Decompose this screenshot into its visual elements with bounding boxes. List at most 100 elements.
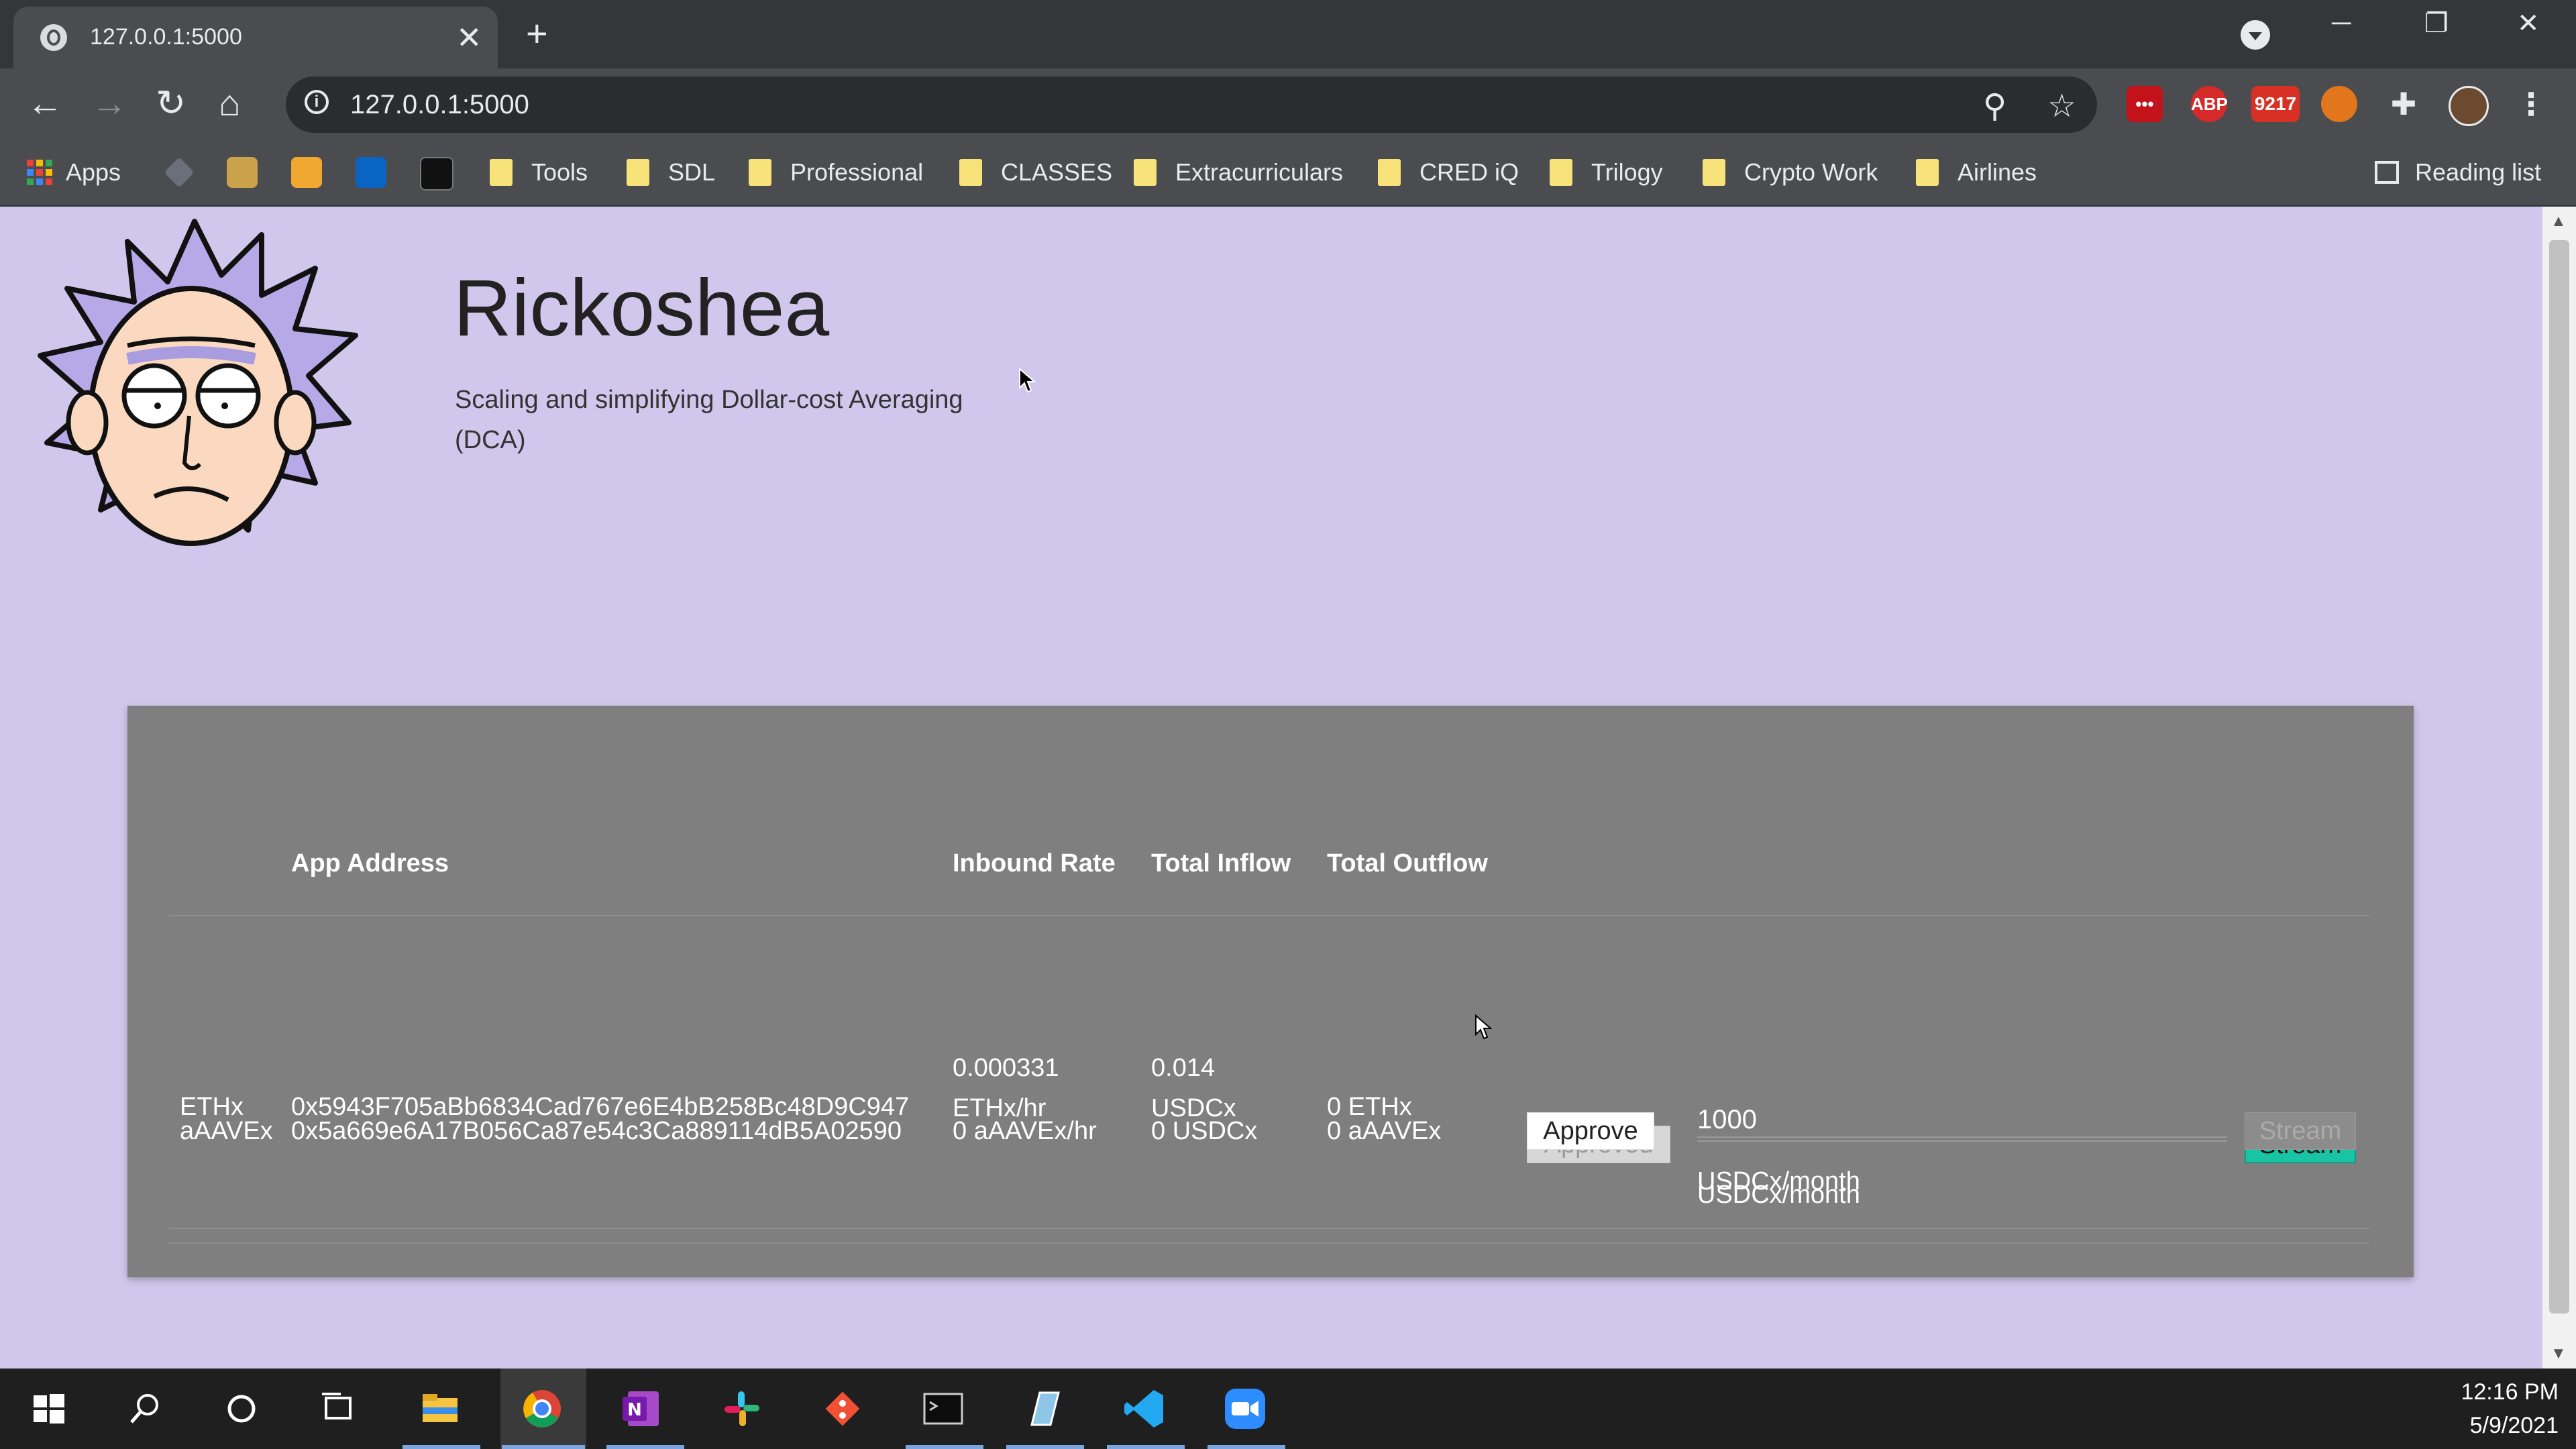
reading-list-icon (2375, 161, 2399, 184)
stream-button-disabled[interactable]: Stream (2245, 1112, 2356, 1150)
slack-icon[interactable] (718, 1385, 766, 1433)
password-extension-icon[interactable]: ••• (2127, 86, 2163, 122)
bookmark-label: Trilogy (1591, 158, 1663, 186)
apps-grid-icon (27, 160, 52, 185)
windows-taskbar: N 12:16 PM 5/9/2021 (0, 1368, 2576, 1449)
header-total-inflow: Total Inflow (1151, 849, 1291, 877)
total-inflow: 0.014 USDCx (1151, 1054, 1236, 1122)
zoom-icon[interactable]: ⚲ (1983, 87, 2006, 125)
system-clock[interactable]: 12:16 PM 5/9/2021 (2415, 1375, 2559, 1442)
page-subtitle: Scaling and simplifying Dollar-cost Aver… (455, 386, 963, 454)
git-tool-icon[interactable] (818, 1385, 867, 1433)
folder-icon (1378, 159, 1401, 186)
metamask-fox-icon[interactable] (2321, 86, 2357, 122)
bookmark-folder-trilogy[interactable]: Trilogy (1550, 154, 1663, 191)
reload-icon[interactable]: ↻ (156, 83, 186, 123)
approve-button[interactable]: Approve (1527, 1112, 1654, 1150)
windows-start-icon[interactable] (24, 1385, 72, 1433)
scroll-down-icon[interactable]: ▼ (2551, 1344, 2567, 1363)
bookmark-folder-classes[interactable]: CLASSES (959, 154, 1112, 191)
tab-search-icon[interactable] (2241, 20, 2270, 50)
info-icon[interactable]: i (305, 90, 329, 114)
scroll-up-icon[interactable]: ▲ (2551, 212, 2567, 231)
video-bookmark-icon[interactable] (420, 157, 453, 191)
bookmark-label: Airlines (1957, 158, 2037, 186)
forward-arrow-icon[interactable]: → (91, 83, 127, 123)
header-app-address: App Address (291, 849, 449, 877)
vertical-scrollbar[interactable]: ▲ ▼ (2542, 207, 2576, 1368)
file-explorer-icon[interactable] (416, 1385, 464, 1433)
rick-logo (38, 219, 358, 546)
clock-time: 12:16 PM (2461, 1379, 2559, 1405)
outlook-bookmark-icon[interactable] (356, 157, 386, 188)
minimize-button[interactable]: ─ (2332, 8, 2351, 38)
divider (169, 1242, 2369, 1244)
mail-extension-icon[interactable]: 9217 (2251, 86, 2300, 122)
mouse-cursor-icon (1019, 368, 1036, 393)
browser-tab-bar: 127.0.0.1:5000 ✕ + ─ ❐ ✕ (0, 0, 2576, 68)
pencil-bookmark-icon[interactable] (291, 157, 322, 188)
amount-input[interactable] (1697, 1095, 2227, 1138)
menu-kebab-icon[interactable]: ⋮ (2513, 86, 2549, 122)
reading-list-button[interactable]: Reading list (2375, 154, 2541, 191)
bookmark-folder-sdl[interactable]: SDL (627, 154, 715, 191)
svg-text:N: N (627, 1400, 642, 1420)
close-window-button[interactable]: ✕ (2517, 8, 2540, 39)
folder-icon (959, 159, 982, 186)
vscode-icon[interactable] (1120, 1385, 1169, 1433)
globe-icon (40, 24, 67, 51)
page-title: Rickoshea (453, 263, 830, 353)
url-text[interactable]: 127.0.0.1:5000 (350, 90, 529, 120)
terminal-icon[interactable] (919, 1385, 967, 1433)
home-icon[interactable]: ⌂ (219, 83, 241, 123)
task-view-icon[interactable] (314, 1385, 362, 1433)
folder-icon (1703, 159, 1725, 186)
taskbar-active-indicator (906, 1445, 983, 1449)
scroll-thumb[interactable] (2549, 240, 2569, 1313)
bookmark-apps[interactable]: Apps (27, 154, 121, 191)
badge-bookmark-icon[interactable] (227, 157, 258, 188)
taskbar-active-indicator (1107, 1445, 1185, 1449)
chrome-icon[interactable] (518, 1385, 566, 1433)
bookmark-folder-extracurriculars[interactable]: Extracurriculars (1134, 154, 1343, 191)
address-bar[interactable]: i 127.0.0.1:5000 ⚲ ☆ (286, 76, 2097, 133)
bookmark-folder-crypto-work[interactable]: Crypto Work (1703, 154, 1878, 191)
bookmark-label: CRED iQ (1419, 158, 1519, 186)
new-tab-button[interactable]: + (526, 15, 548, 52)
browser-tab[interactable]: 127.0.0.1:5000 ✕ (13, 7, 498, 68)
adblock-extension-icon[interactable]: ABP (2191, 86, 2228, 122)
bookmark-folder-tools[interactable]: Tools (490, 154, 588, 191)
bookmark-label: Reading list (2415, 158, 2542, 186)
token-name: ETHx (180, 1093, 244, 1121)
amount-unit: USDCx/month (1697, 1181, 1860, 1209)
zoom-app-icon[interactable] (1221, 1385, 1269, 1433)
folder-icon (627, 159, 649, 186)
inbound-rate: 0.000331 ETHx/hr (953, 1054, 1059, 1122)
cortana-icon[interactable] (217, 1385, 266, 1433)
streams-table-panel: App Address Inbound Rate Total Inflow To… (127, 706, 2414, 1277)
diamond-bookmark-icon[interactable] (164, 157, 195, 188)
folder-icon (1550, 159, 1572, 186)
app-address: 0x5943F705aBb6834Cad767e6E4bB258Bc48D9C9… (291, 1093, 910, 1121)
notepad-icon[interactable] (1020, 1385, 1068, 1433)
restore-button[interactable]: ❐ (2424, 8, 2449, 39)
onenote-icon[interactable]: N (617, 1385, 665, 1433)
folder-icon (490, 159, 513, 186)
bookmark-star-icon[interactable]: ☆ (2047, 87, 2076, 125)
header-total-outflow: Total Outflow (1327, 849, 1488, 877)
bookmark-label: SDL (668, 158, 716, 186)
bookmark-folder-cred-iq[interactable]: CRED iQ (1378, 154, 1519, 191)
profile-avatar[interactable] (2449, 86, 2489, 126)
folder-icon (1916, 159, 1939, 186)
taskbar-active-indicator (606, 1445, 684, 1449)
taskbar-active-indicator (502, 1445, 585, 1449)
header-inbound-rate: Inbound Rate (953, 849, 1116, 877)
bookmark-label: CLASSES (1001, 158, 1113, 186)
search-icon[interactable] (121, 1385, 169, 1433)
tab-close-icon[interactable]: ✕ (456, 19, 482, 56)
bookmark-folder-professional[interactable]: Professional (749, 154, 923, 191)
tab-title: 127.0.0.1:5000 (90, 24, 242, 50)
bookmark-folder-airlines[interactable]: Airlines (1916, 154, 2037, 191)
back-arrow-icon[interactable]: ← (27, 83, 63, 123)
extensions-puzzle-icon[interactable]: ✚ (2385, 86, 2422, 122)
